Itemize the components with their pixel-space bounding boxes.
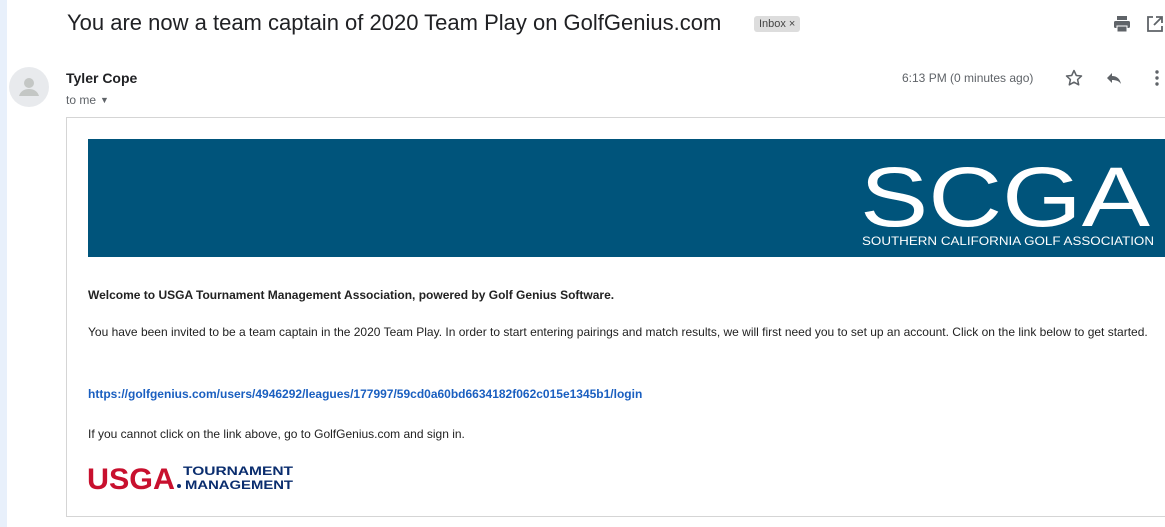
chevron-down-icon: ▼ xyxy=(100,95,109,105)
signin-instructions: If you cannot click on the link above, g… xyxy=(88,427,465,441)
reply-icon[interactable] xyxy=(1104,68,1124,88)
usga-line2-text: MANAGEMENT xyxy=(185,478,294,492)
email-timestamp: 6:13 PM (0 minutes ago) xyxy=(902,71,1034,85)
usga-tournament-management-logo: USGA TOURNAMENT MANAGEMENT xyxy=(87,463,294,496)
recipient-text: to me xyxy=(66,93,97,107)
usga-brand-text: USGA xyxy=(87,463,175,496)
sender-avatar[interactable] xyxy=(9,67,49,107)
person-avatar-icon xyxy=(19,78,39,96)
invitation-paragraph: You have been invited to be a team capta… xyxy=(88,325,1148,339)
more-vert-icon[interactable] xyxy=(1147,68,1165,88)
remove-label-button[interactable]: × xyxy=(789,18,795,30)
star-outline-icon[interactable] xyxy=(1064,68,1084,88)
scga-logo: SCGA SOUTHERN CALIFORNIA GOLF ASSOCIATIO… xyxy=(860,150,1154,248)
usga-line1-text: TOURNAMENT xyxy=(183,464,294,478)
email-view: You are now a team captain of 2020 Team … xyxy=(7,0,1165,527)
recipient-details-toggle[interactable]: to me ▼ xyxy=(66,93,109,107)
sender-name[interactable]: Tyler Cope xyxy=(66,70,137,86)
inbox-label-badge[interactable]: Inbox × xyxy=(754,16,801,32)
open-in-new-icon[interactable] xyxy=(1145,14,1165,34)
login-link[interactable]: https://golfgenius.com/users/4946292/lea… xyxy=(88,384,1165,404)
print-icon[interactable] xyxy=(1112,14,1132,34)
label-badge-text: Inbox xyxy=(759,18,786,30)
scga-logo-text: SCGA xyxy=(860,150,1150,244)
welcome-heading: Welcome to USGA Tournament Management As… xyxy=(88,288,615,302)
scga-logo-subtitle: SOUTHERN CALIFORNIA GOLF ASSOCIATION xyxy=(862,234,1154,248)
email-subject: You are now a team captain of 2020 Team … xyxy=(67,10,722,35)
scga-banner: SCGA SOUTHERN CALIFORNIA GOLF ASSOCIATIO… xyxy=(88,139,1165,257)
